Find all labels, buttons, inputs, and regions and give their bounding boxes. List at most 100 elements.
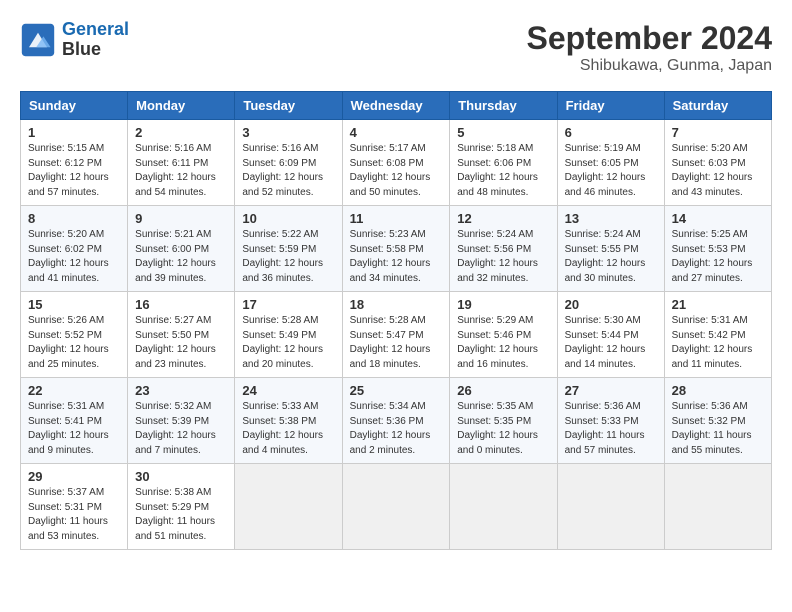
day-number: 19 <box>457 297 549 312</box>
day-number: 13 <box>565 211 657 226</box>
day-info: Sunrise: 5:23 AM Sunset: 5:58 PM Dayligh… <box>350 228 443 286</box>
day-number: 8 <box>28 211 120 226</box>
day-info: Sunrise: 5:19 AM Sunset: 6:05 PM Dayligh… <box>565 142 657 200</box>
day-number: 28 <box>672 383 764 398</box>
weekday-header: Friday <box>557 92 664 120</box>
calendar-cell: 5Sunrise: 5:18 AM Sunset: 6:06 PM Daylig… <box>450 120 557 206</box>
calendar-cell: 25 Sunrise: 5:34 AM Sunset: 5:36 PM Dayli… <box>342 378 450 464</box>
day-info: Sunrise: 5:35 AM Sunset: 5:35 PM Dayligh… <box>457 400 549 458</box>
day-info: Sunrise: 5:29 AM Sunset: 5:46 PM Dayligh… <box>457 314 549 372</box>
calendar-cell: 9 Sunrise: 5:21 AM Sunset: 6:00 PM Daylig… <box>128 206 235 292</box>
calendar-cell <box>664 464 771 550</box>
calendar-cell: 11 Sunrise: 5:23 AM Sunset: 5:58 PM Dayli… <box>342 206 450 292</box>
calendar-cell <box>450 464 557 550</box>
day-number: 11 <box>350 211 443 226</box>
day-info: Sunrise: 5:36 AM Sunset: 5:32 PM Dayligh… <box>672 400 764 458</box>
page-header: GeneralBlue September 2024 Shibukawa, Gu… <box>20 20 772 75</box>
day-info: Sunrise: 5:20 AM Sunset: 6:03 PM Dayligh… <box>672 142 764 200</box>
day-info: Sunrise: 5:25 AM Sunset: 5:53 PM Dayligh… <box>672 228 764 286</box>
day-number: 15 <box>28 297 120 312</box>
weekday-header: Tuesday <box>235 92 342 120</box>
day-number: 24 <box>242 383 334 398</box>
calendar-cell: 10Sunrise: 5:22 AM Sunset: 5:59 PM Dayli… <box>235 206 342 292</box>
calendar-cell: 26 Sunrise: 5:35 AM Sunset: 5:35 PM Dayli… <box>450 378 557 464</box>
day-number: 27 <box>565 383 657 398</box>
day-info: Sunrise: 5:24 AM Sunset: 5:55 PM Dayligh… <box>565 228 657 286</box>
day-number: 18 <box>350 297 443 312</box>
day-info: Sunrise: 5:20 AM Sunset: 6:02 PM Dayligh… <box>28 228 120 286</box>
calendar-week-row: 1 Sunrise: 5:15 AM Sunset: 6:12 PM Daylig… <box>21 120 772 206</box>
day-number: 14 <box>672 211 764 226</box>
calendar-cell: 21Sunrise: 5:31 AM Sunset: 5:42 PM Dayli… <box>664 292 771 378</box>
day-info: Sunrise: 5:36 AM Sunset: 5:33 PM Dayligh… <box>565 400 657 458</box>
day-number: 3 <box>242 125 334 140</box>
day-number: 6 <box>565 125 657 140</box>
calendar-cell: 18 Sunrise: 5:28 AM Sunset: 5:47 PM Dayli… <box>342 292 450 378</box>
calendar-cell: 14 Sunrise: 5:25 AM Sunset: 5:53 PM Dayli… <box>664 206 771 292</box>
weekday-header: Thursday <box>450 92 557 120</box>
day-number: 1 <box>28 125 120 140</box>
calendar-cell: 28 Sunrise: 5:36 AM Sunset: 5:32 PM Dayli… <box>664 378 771 464</box>
day-info: Sunrise: 5:37 AM Sunset: 5:31 PM Dayligh… <box>28 486 120 544</box>
day-number: 9 <box>135 211 227 226</box>
calendar-cell: 3 Sunrise: 5:16 AM Sunset: 6:09 PM Daylig… <box>235 120 342 206</box>
day-info: Sunrise: 5:28 AM Sunset: 5:47 PM Dayligh… <box>350 314 443 372</box>
calendar-cell: 6 Sunrise: 5:19 AM Sunset: 6:05 PM Daylig… <box>557 120 664 206</box>
day-info: Sunrise: 5:16 AM Sunset: 6:11 PM Dayligh… <box>135 142 227 200</box>
calendar-cell: 30Sunrise: 5:38 AM Sunset: 5:29 PM Dayli… <box>128 464 235 550</box>
calendar-week-row: 8 Sunrise: 5:20 AM Sunset: 6:02 PM Daylig… <box>21 206 772 292</box>
calendar-cell: 13 Sunrise: 5:24 AM Sunset: 5:55 PM Dayli… <box>557 206 664 292</box>
day-number: 25 <box>350 383 443 398</box>
day-info: Sunrise: 5:26 AM Sunset: 5:52 PM Dayligh… <box>28 314 120 372</box>
calendar-cell: 19 Sunrise: 5:29 AM Sunset: 5:46 PM Dayli… <box>450 292 557 378</box>
calendar-cell: 16Sunrise: 5:27 AM Sunset: 5:50 PM Dayli… <box>128 292 235 378</box>
calendar-cell: 27 Sunrise: 5:36 AM Sunset: 5:33 PM Dayli… <box>557 378 664 464</box>
calendar-cell: 24 Sunrise: 5:33 AM Sunset: 5:38 PM Dayli… <box>235 378 342 464</box>
calendar-week-row: 22Sunrise: 5:31 AM Sunset: 5:41 PM Dayli… <box>21 378 772 464</box>
calendar-cell: 15 Sunrise: 5:26 AM Sunset: 5:52 PM Dayli… <box>21 292 128 378</box>
calendar-cell: 1 Sunrise: 5:15 AM Sunset: 6:12 PM Daylig… <box>21 120 128 206</box>
day-number: 2 <box>135 125 227 140</box>
day-number: 26 <box>457 383 549 398</box>
logo-icon <box>20 22 56 58</box>
month-title: September 2024 <box>527 20 772 57</box>
calendar-cell: 7 Sunrise: 5:20 AM Sunset: 6:03 PM Daylig… <box>664 120 771 206</box>
day-number: 30 <box>135 469 227 484</box>
location: Shibukawa, Gunma, Japan <box>527 57 772 75</box>
day-number: 20 <box>565 297 657 312</box>
calendar-week-row: 29 Sunrise: 5:37 AM Sunset: 5:31 PM Dayli… <box>21 464 772 550</box>
calendar-cell: 4Sunrise: 5:17 AM Sunset: 6:08 PM Daylig… <box>342 120 450 206</box>
logo-text: GeneralBlue <box>62 20 129 60</box>
calendar-table: SundayMondayTuesdayWednesdayThursdayFrid… <box>20 91 772 550</box>
calendar-cell: 20Sunrise: 5:30 AM Sunset: 5:44 PM Dayli… <box>557 292 664 378</box>
calendar-cell: 8 Sunrise: 5:20 AM Sunset: 6:02 PM Daylig… <box>21 206 128 292</box>
calendar-cell: 17Sunrise: 5:28 AM Sunset: 5:49 PM Dayli… <box>235 292 342 378</box>
weekday-header: Monday <box>128 92 235 120</box>
day-number: 17 <box>242 297 334 312</box>
day-number: 12 <box>457 211 549 226</box>
calendar-cell <box>557 464 664 550</box>
day-info: Sunrise: 5:24 AM Sunset: 5:56 PM Dayligh… <box>457 228 549 286</box>
day-number: 21 <box>672 297 764 312</box>
calendar-cell <box>342 464 450 550</box>
logo: GeneralBlue <box>20 20 129 60</box>
day-info: Sunrise: 5:21 AM Sunset: 6:00 PM Dayligh… <box>135 228 227 286</box>
day-info: Sunrise: 5:16 AM Sunset: 6:09 PM Dayligh… <box>242 142 334 200</box>
day-info: Sunrise: 5:32 AM Sunset: 5:39 PM Dayligh… <box>135 400 227 458</box>
day-number: 5 <box>457 125 549 140</box>
calendar-cell: 12 Sunrise: 5:24 AM Sunset: 5:56 PM Dayli… <box>450 206 557 292</box>
day-number: 10 <box>242 211 334 226</box>
weekday-header: Saturday <box>664 92 771 120</box>
weekday-header-row: SundayMondayTuesdayWednesdayThursdayFrid… <box>21 92 772 120</box>
weekday-header: Wednesday <box>342 92 450 120</box>
day-number: 4 <box>350 125 443 140</box>
day-info: Sunrise: 5:27 AM Sunset: 5:50 PM Dayligh… <box>135 314 227 372</box>
day-info: Sunrise: 5:33 AM Sunset: 5:38 PM Dayligh… <box>242 400 334 458</box>
day-info: Sunrise: 5:34 AM Sunset: 5:36 PM Dayligh… <box>350 400 443 458</box>
day-number: 29 <box>28 469 120 484</box>
day-info: Sunrise: 5:31 AM Sunset: 5:41 PM Dayligh… <box>28 400 120 458</box>
weekday-header: Sunday <box>21 92 128 120</box>
calendar-cell <box>235 464 342 550</box>
day-info: Sunrise: 5:15 AM Sunset: 6:12 PM Dayligh… <box>28 142 120 200</box>
day-number: 7 <box>672 125 764 140</box>
